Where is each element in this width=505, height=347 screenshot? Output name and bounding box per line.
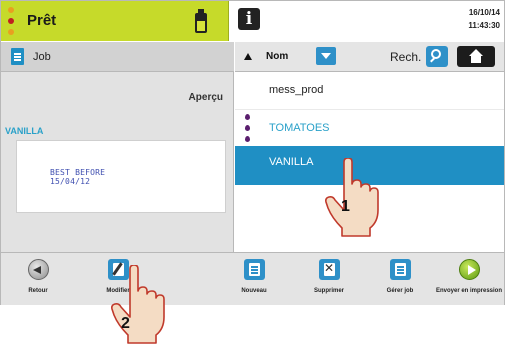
new-job-button[interactable]: Nouveau bbox=[219, 253, 289, 306]
job-list-item-name: TOMATOES bbox=[269, 122, 330, 134]
date-label: 16/10/14 bbox=[468, 8, 500, 17]
home-button[interactable] bbox=[457, 46, 495, 67]
document-icon bbox=[11, 48, 24, 65]
delete-job-icon bbox=[319, 259, 340, 280]
ink-cartridge-icon[interactable] bbox=[195, 9, 207, 33]
date-time: 16/10/14 11:43:30 bbox=[468, 6, 500, 32]
list-toolbar: Nom Rech. bbox=[235, 42, 504, 72]
back-button[interactable]: Retour bbox=[3, 253, 73, 306]
preview-line: 15/04/12 bbox=[50, 177, 91, 186]
manage-job-button-label: Gérer job bbox=[386, 288, 414, 294]
new-job-button-label: Nouveau bbox=[241, 288, 267, 294]
sort-field-label[interactable]: Nom bbox=[266, 51, 288, 62]
pointing-hand-icon bbox=[325, 158, 379, 237]
search-button[interactable] bbox=[426, 46, 448, 67]
back-button-label: Retour bbox=[28, 288, 48, 294]
job-list-item-name: mess_prod bbox=[269, 84, 324, 96]
manage-job-button[interactable]: Gérer job bbox=[365, 253, 435, 306]
delete-job-button-label: Supprimer bbox=[313, 288, 344, 294]
printer-screen: Prêt i 16/10/14 11:43:30 Job Aperçu VANI… bbox=[0, 0, 505, 305]
status-area[interactable]: Prêt bbox=[1, 1, 229, 41]
delete-job-button[interactable]: Supprimer bbox=[294, 253, 364, 306]
home-icon bbox=[469, 49, 483, 56]
new-job-icon bbox=[244, 259, 265, 280]
send-to-print-button[interactable]: Envoyer en impression bbox=[434, 253, 504, 306]
search-label: Rech. bbox=[390, 50, 422, 64]
step-number: 1 bbox=[341, 198, 350, 215]
preview-label: Aperçu bbox=[188, 92, 223, 103]
job-list-item[interactable]: mess_prod bbox=[235, 72, 504, 110]
job-list-item[interactable]: TOMATOES bbox=[235, 110, 504, 148]
job-section-header: Job bbox=[1, 42, 234, 72]
job-preview-panel: Job Aperçu VANILLA BEST BEFORE 15/04/12 bbox=[1, 42, 234, 252]
pointing-hand-icon bbox=[111, 265, 165, 344]
message-preview: BEST BEFORE 15/04/12 bbox=[16, 140, 226, 213]
time-label: 11:43:30 bbox=[468, 21, 500, 30]
printer-state-label: Prêt bbox=[27, 12, 57, 29]
sort-dropdown-button[interactable] bbox=[316, 47, 336, 65]
selected-job-name: VANILLA bbox=[5, 126, 44, 136]
info-icon[interactable]: i bbox=[238, 8, 260, 30]
step-number: 2 bbox=[121, 315, 130, 332]
send-to-print-icon bbox=[459, 259, 480, 280]
send-to-print-button-label: Envoyer en impression bbox=[435, 288, 503, 294]
manage-job-icon bbox=[390, 259, 411, 280]
job-section-label: Job bbox=[33, 51, 51, 63]
status-info-area: i 16/10/14 11:43:30 bbox=[230, 1, 504, 41]
status-bar: Prêt i 16/10/14 11:43:30 bbox=[1, 1, 504, 41]
back-arrow-icon bbox=[28, 259, 49, 280]
ink-drops-icon bbox=[245, 114, 251, 144]
touch-hint-1: 1 bbox=[322, 158, 382, 238]
job-list-item-name: VANILLA bbox=[269, 156, 314, 168]
preview-line: BEST BEFORE bbox=[50, 168, 106, 177]
bottom-toolbar: Retour Modifier Nouveau Supprimer Gérer … bbox=[1, 252, 504, 305]
sort-ascending-icon[interactable] bbox=[244, 53, 252, 60]
printer-state-icon bbox=[7, 7, 15, 35]
touch-hint-2: 2 bbox=[108, 265, 168, 345]
